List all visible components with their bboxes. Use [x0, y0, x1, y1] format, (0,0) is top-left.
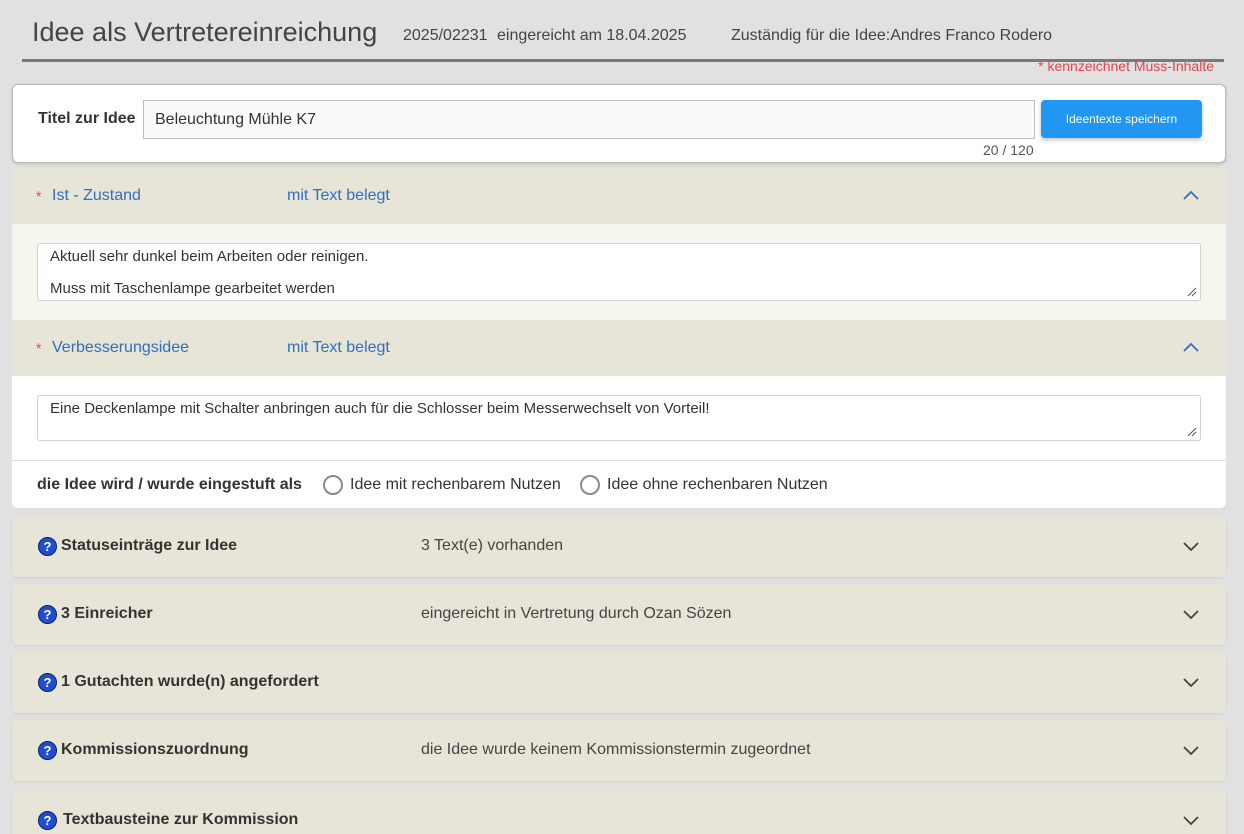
title-char-counter: 20 / 120: [983, 142, 1034, 158]
title-input[interactable]: [143, 100, 1035, 139]
accordion-commission-text-blocks[interactable]: ? Textbausteine zur Kommission: [12, 790, 1226, 834]
section-status: mit Text belegt: [287, 339, 390, 356]
accordion-submitters[interactable]: ? 3 Einreicher eingereicht in Vertretung…: [12, 584, 1226, 645]
help-icon[interactable]: ?: [38, 537, 57, 556]
textarea-line: Eine Deckenlampe mit Schalter anbringen …: [50, 400, 710, 417]
verbesserungsidee-textarea[interactable]: Eine Deckenlampe mit Schalter anbringen …: [37, 395, 1201, 441]
help-icon[interactable]: ?: [38, 811, 57, 830]
chevron-down-icon[interactable]: [1182, 814, 1200, 826]
chevron-down-icon[interactable]: [1182, 540, 1200, 552]
radio-circle[interactable]: [323, 475, 343, 495]
resize-handle-icon[interactable]: [1187, 427, 1197, 437]
accordion-status-entries[interactable]: ? Statuseinträge zur Idee 3 Text(e) vorh…: [12, 516, 1226, 577]
save-idea-texts-button[interactable]: Ideentexte speichern: [1041, 100, 1202, 138]
accordion-title: Textbausteine zur Kommission: [63, 811, 299, 828]
title-label: Titel zur Idee: [38, 110, 136, 127]
section-title: Verbesserungsidee: [52, 339, 189, 356]
chevron-down-icon[interactable]: [1182, 744, 1200, 756]
page-title: Idee als Vertretereinreichung: [32, 17, 378, 47]
required-sections: * Ist - Zustand mit Text belegt Aktuell …: [12, 168, 1226, 508]
resize-handle-icon[interactable]: [1187, 287, 1197, 297]
rating-label: die Idee wird / wurde eingestuft als: [37, 476, 302, 493]
required-marker: *: [36, 188, 42, 204]
accordion-title: 3 Einreicher: [61, 605, 153, 622]
responsible-label: Zuständig für die Idee:: [731, 27, 891, 44]
help-icon[interactable]: ?: [38, 605, 57, 624]
section-body-verbesserungsidee: Eine Deckenlampe mit Schalter anbringen …: [12, 376, 1226, 460]
rating-row: die Idee wird / wurde eingestuft als Ide…: [12, 460, 1226, 508]
help-icon[interactable]: ?: [38, 741, 57, 760]
accordion-info: 3 Text(e) vorhanden: [421, 537, 564, 554]
chevron-up-icon[interactable]: [1182, 340, 1200, 354]
accordion-info: die Idee wurde keinem Kommissionstermin …: [421, 741, 811, 758]
required-note: * kennzeichnet Muss-Inhalte: [1038, 58, 1214, 74]
title-card: Titel zur Idee 20 / 120 Ideentexte speic…: [12, 84, 1226, 163]
radio-label: Idee ohne rechenbaren Nutzen: [607, 476, 828, 493]
responsible-name: Andres Franco Rodero: [890, 27, 1053, 44]
textarea-line: Aktuell sehr dunkel beim Arbeiten oder r…: [50, 248, 369, 265]
page-header: Idee als Vertretereinreichung 2025/02231…: [22, 0, 1224, 62]
radio-no-calculable-benefit[interactable]: Idee ohne rechenbaren Nutzen: [580, 473, 828, 497]
textarea-line: Muss mit Taschenlampe gearbeitet werden: [50, 280, 335, 298]
section-body-ist-zustand: Aktuell sehr dunkel beim Arbeiten oder r…: [12, 224, 1226, 320]
section-status: mit Text belegt: [287, 187, 390, 204]
accordion-commission-assignment[interactable]: ? Kommissionszuordnung die Idee wurde ke…: [12, 720, 1226, 781]
accordion-expert-reports[interactable]: ? 1 Gutachten wurde(n) angefordert: [12, 652, 1226, 713]
section-header-ist-zustand[interactable]: * Ist - Zustand mit Text belegt: [12, 168, 1226, 224]
section-title: Ist - Zustand: [52, 187, 141, 204]
submitted-date: eingereicht am 18.04.2025: [497, 27, 687, 44]
accordion-info: eingereicht in Vertretung durch Ozan Söz…: [421, 605, 732, 622]
radio-calculable-benefit[interactable]: Idee mit rechenbarem Nutzen: [323, 473, 561, 497]
ist-zustand-textarea[interactable]: Aktuell sehr dunkel beim Arbeiten oder r…: [37, 243, 1201, 301]
accordion-title: Kommissionszuordnung: [61, 741, 249, 758]
radio-circle[interactable]: [580, 475, 600, 495]
required-marker: *: [36, 340, 42, 356]
idea-number: 2025/02231: [403, 27, 488, 44]
chevron-up-icon[interactable]: [1182, 188, 1200, 202]
chevron-down-icon[interactable]: [1182, 676, 1200, 688]
chevron-down-icon[interactable]: [1182, 608, 1200, 620]
help-icon[interactable]: ?: [38, 673, 57, 692]
accordion-title: Statuseinträge zur Idee: [61, 537, 238, 554]
responsible-info: Zuständig für die Idee:Andres Franco Rod…: [731, 27, 1052, 45]
accordion-title: 1 Gutachten wurde(n) angefordert: [61, 673, 319, 690]
section-header-verbesserungsidee[interactable]: * Verbesserungsidee mit Text belegt: [12, 320, 1226, 376]
radio-label: Idee mit rechenbarem Nutzen: [350, 476, 561, 493]
